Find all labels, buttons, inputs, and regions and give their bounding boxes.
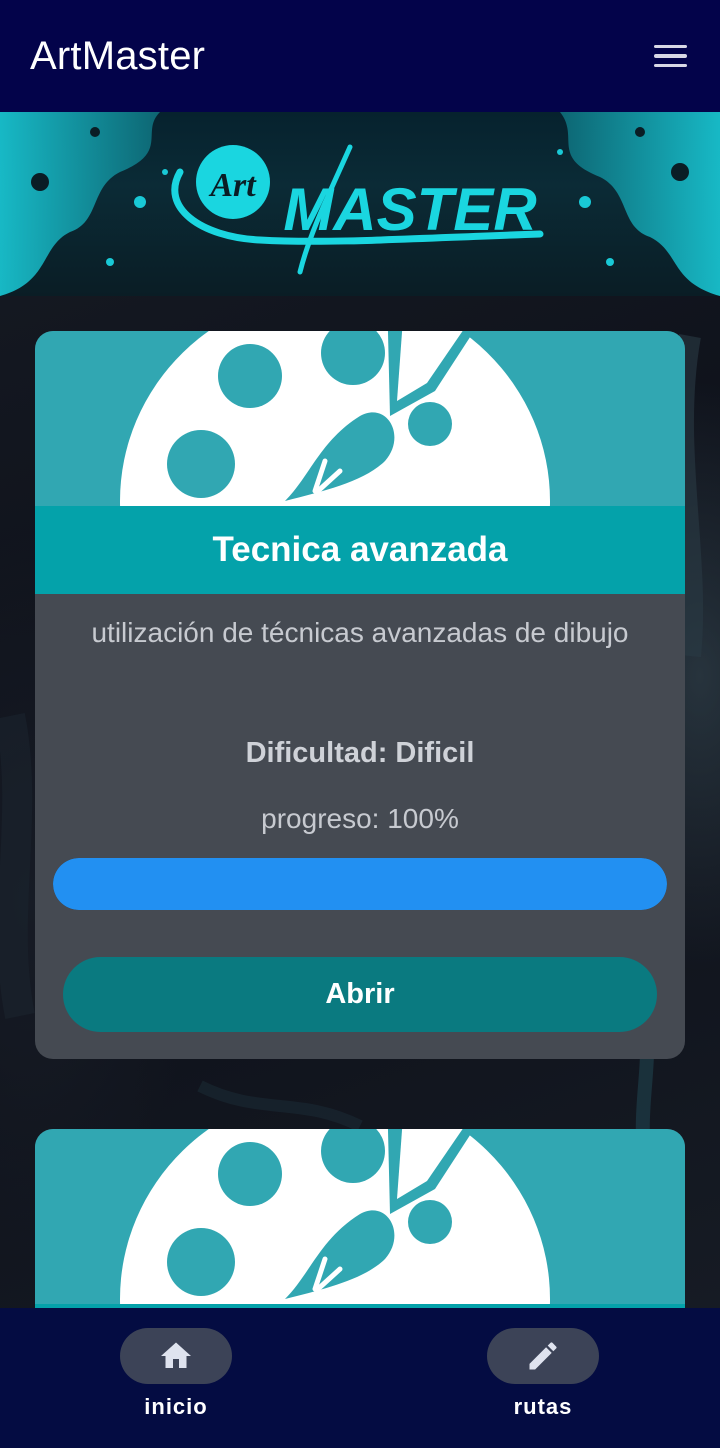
nav-item-rutas[interactable]: rutas	[473, 1328, 613, 1428]
logo-small-text: Art	[208, 167, 257, 204]
nav-label: inicio	[144, 1394, 208, 1419]
card-progress-label: progreso: 100%	[261, 803, 459, 834]
card-title-bar: Tecnica avanzada	[35, 506, 685, 594]
nav-item-inicio[interactable]: inicio	[106, 1328, 246, 1428]
progress-bar-fill	[53, 858, 667, 910]
banner-logo: Art MASTER	[0, 112, 720, 296]
home-icon	[161, 1342, 191, 1368]
app-title: ArtMaster	[30, 33, 206, 78]
card-description: utilización de técnicas avanzadas de dib…	[91, 617, 629, 648]
palette-brush-icon	[35, 331, 685, 506]
app-bar: ArtMaster	[0, 0, 720, 112]
card-difficulty: Dificultad: Dificil	[245, 737, 475, 769]
banner-art: Art MASTER	[0, 112, 720, 296]
nav-pill[interactable]	[120, 1328, 232, 1384]
menu-icon[interactable]	[650, 36, 690, 76]
open-button[interactable]: Abrir	[63, 957, 657, 1032]
nav-label: rutas	[513, 1394, 573, 1419]
nav-pill[interactable]	[487, 1328, 599, 1384]
palette-brush-icon	[35, 1129, 685, 1304]
card-title: Tecnica avanzada	[212, 530, 508, 569]
course-card: Tecnica avanzada utilización de técnicas…	[35, 331, 685, 1059]
pencil-icon	[529, 1342, 557, 1370]
logo-main-text: MASTER	[283, 176, 536, 243]
progress-bar	[53, 858, 667, 910]
bottom-nav: inicio rutas	[0, 1308, 720, 1448]
